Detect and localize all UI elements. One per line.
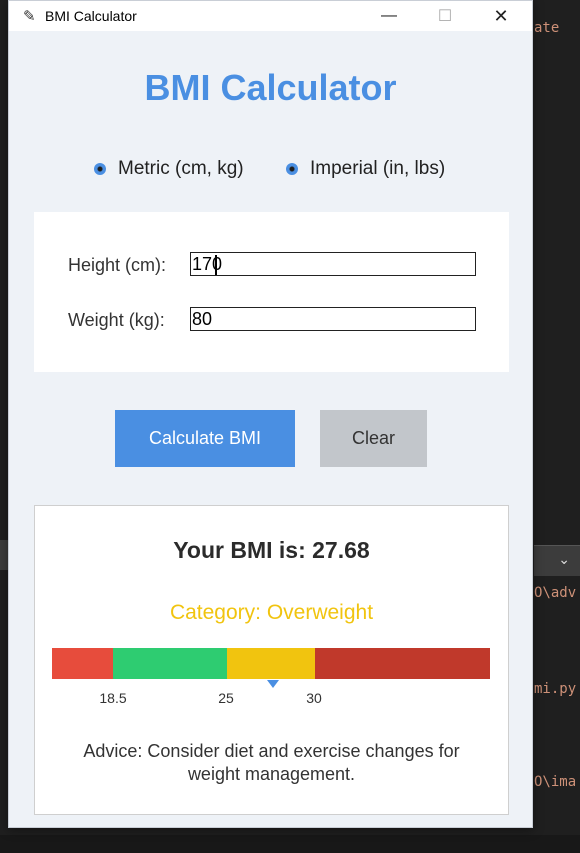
weight-value: 80 [192, 309, 213, 329]
scale-overweight [227, 648, 315, 679]
text-cursor [215, 255, 217, 275]
radio-icon [286, 163, 298, 175]
height-input[interactable]: 170 [190, 252, 476, 276]
window-title: BMI Calculator [45, 8, 137, 24]
scale-tick: 25 [218, 690, 234, 706]
input-panel: Height (cm): 170 Weight (kg): 80 [34, 212, 509, 372]
background-dropdown[interactable]: ⌄ [534, 545, 580, 576]
weight-input[interactable]: 80 [190, 307, 476, 331]
result-panel: Your BMI is: 27.68 Category: Overweight … [34, 505, 509, 815]
feather-icon: ✎ [23, 8, 36, 25]
bmi-marker-icon [267, 680, 280, 688]
app-title: BMI Calculator [144, 67, 397, 108]
imperial-radio[interactable]: Imperial (in, lbs) [286, 158, 445, 180]
minimize-button[interactable]: — [366, 1, 412, 31]
code-fragment: O\adv [534, 585, 577, 601]
metric-label: Metric (cm, kg) [118, 158, 244, 179]
code-fragment: mi.py [534, 681, 577, 697]
clear-button[interactable]: Clear [320, 410, 427, 467]
calculate-bmi-button[interactable]: Calculate BMI [115, 410, 295, 467]
code-fragment: O\ima [534, 774, 577, 790]
scale-obese [315, 648, 490, 679]
scale-tick: 30 [306, 690, 322, 706]
bmi-category: Category: Overweight [169, 601, 374, 624]
scale-tick: 18.5 [99, 690, 127, 706]
unit-selector: Metric (cm, kg) Imperial (in, lbs) [9, 158, 532, 182]
height-label: Height (cm): [68, 255, 167, 275]
metric-radio[interactable]: Metric (cm, kg) [94, 158, 244, 180]
background-statusbar [0, 835, 580, 853]
radio-selected-icon [94, 163, 106, 175]
scale-underweight [52, 648, 113, 679]
title-bar[interactable]: ✎ BMI Calculator — ☐ ✕ [9, 1, 532, 31]
bmi-scale [52, 648, 490, 679]
code-fragment: ate [534, 20, 560, 36]
bmi-result: Your BMI is: 27.68 [173, 537, 370, 563]
close-button[interactable]: ✕ [478, 1, 524, 31]
bmi-window: ✎ BMI Calculator — ☐ ✕ BMI Calculator Me… [8, 0, 533, 828]
background-panel [0, 540, 8, 570]
height-value: 170 [192, 254, 223, 274]
background-editor-right: ate ⌄ O\adv mi.py O\ima [534, 0, 580, 853]
scale-normal [113, 648, 227, 679]
weight-label: Weight (kg): [68, 310, 165, 330]
maximize-button[interactable]: ☐ [422, 1, 468, 31]
imperial-label: Imperial (in, lbs) [310, 158, 446, 179]
advice-text: Advice: Consider diet and exercise chang… [83, 741, 460, 784]
chevron-down-icon: ⌄ [558, 551, 570, 567]
